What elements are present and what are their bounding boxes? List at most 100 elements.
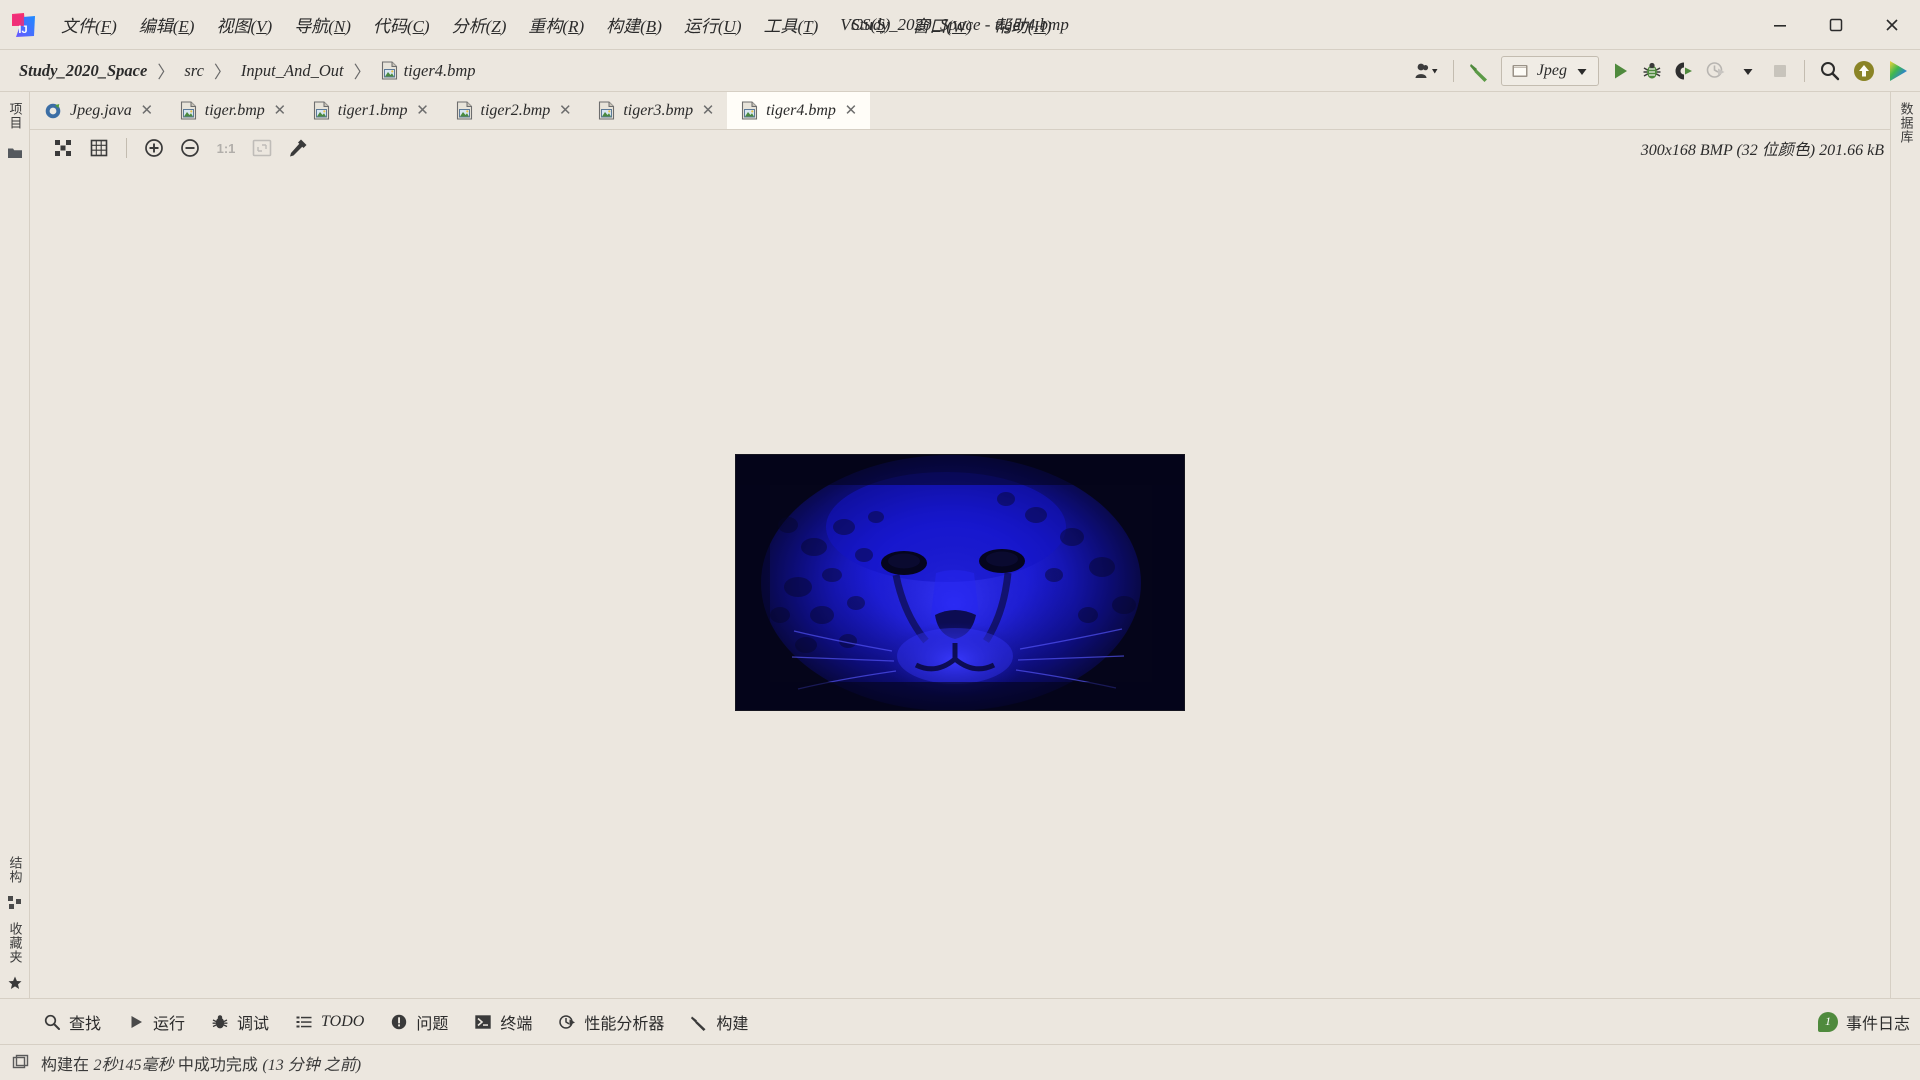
editor-tab-label: tiger4.bmp [766,101,836,119]
tool-window-problems[interactable]: 问题 [377,1006,461,1038]
editor-tab-label: tiger.bmp [204,101,265,119]
bug-icon [212,1014,228,1028]
terminal-icon [475,1014,492,1029]
menu-code[interactable]: 代码(C) [362,8,441,41]
close-icon[interactable]: ✕ [844,103,858,118]
title-bar: IJ 文件(F) 编辑(E) 视图(V) 导航(N) 代码(C) 分析(Z) 重构(R) 构建… [0,0,1920,50]
tool-window-profiler[interactable]: 性能分析器 [545,1006,677,1038]
toolbar-divider-2 [1804,60,1805,82]
bottom-tool-label: 构建 [716,1015,749,1033]
breadcrumb-separator: 〉 [157,63,175,82]
tool-window-todo[interactable]: TODO [282,1009,377,1035]
menu-item-label: 文件 [61,17,95,36]
build-hammer-button[interactable] [1463,55,1495,87]
tool-window-debug[interactable]: 调试 [198,1006,282,1038]
minimize-button[interactable] [1752,0,1808,50]
menu-view[interactable]: 视图(V) [205,8,283,41]
tool-window-favorites[interactable]: 收藏夹 [6,916,25,970]
navigation-bar: Study_2020_Space 〉 src 〉 Input_And_Out 〉 tiger… [0,50,1920,92]
menu-edit[interactable]: 编辑(E) [128,8,206,41]
close-icon[interactable]: ✕ [558,103,572,118]
actual-size-button[interactable]: 1:1 [209,134,243,162]
editor-tab-tiger2-bmp[interactable]: tiger2.bmp ✕ [442,92,585,129]
menu-item-label: 帮助 [993,17,1028,36]
bottom-tool-label: 终端 [500,1015,533,1033]
bottom-tool-label: 调试 [237,1015,270,1033]
breadcrumb-file[interactable]: tiger4.bmp [376,59,481,83]
run-configuration-label: Jpeg [1536,62,1567,79]
project-files-icon[interactable] [6,144,24,162]
tool-window-project[interactable]: 项目 [6,96,25,136]
toggle-transparency-chessboard-button[interactable] [46,134,80,162]
editor-tab-tiger4-bmp[interactable]: tiger4.bmp ✕ [727,92,870,129]
color-picker-button[interactable] [281,134,315,162]
tool-window-structure[interactable]: 结构 [6,850,25,890]
ide-feature-button[interactable] [1882,55,1914,87]
chevron-down-icon [1743,69,1753,75]
status-window-icon[interactable] [12,1054,29,1071]
event-log-button[interactable]: 1 事件日志 [1817,1010,1910,1034]
tool-window-terminal[interactable]: 终端 [461,1006,545,1038]
menu-item-mnemonic: (W) [946,17,972,36]
run-configuration-selector[interactable]: Jpeg [1500,56,1599,86]
breadcrumb-label: src [184,60,204,80]
menu-refactor[interactable]: 重构(R) [517,8,595,41]
tool-window-find[interactable]: 查找 [30,1006,114,1038]
menu-build[interactable]: 构建(B) [595,8,673,41]
close-icon[interactable]: ✕ [701,103,715,118]
fit-to-window-button[interactable] [245,134,279,162]
breadcrumb-package[interactable]: Input_And_Out [236,59,349,83]
editor-tab-label: tiger3.bmp [623,101,694,119]
toggle-grid-button[interactable] [82,134,116,162]
fit-window-icon [252,139,272,157]
close-icon[interactable]: ✕ [140,103,154,118]
editor-tab-tiger3-bmp[interactable]: tiger3.bmp ✕ [584,92,727,129]
run-with-coverage-button[interactable] [1669,55,1699,87]
editor-tab-jpeg-java[interactable]: Jpeg.java ✕ [30,92,166,129]
menu-item-mnemonic: (U) [717,17,742,36]
breadcrumb-label: Study_2020_Space [19,60,148,80]
status-segment: 中成功完成 [173,1056,263,1074]
close-icon[interactable]: ✕ [416,103,430,118]
zoom-in-button[interactable] [137,134,171,162]
run-button[interactable] [1605,55,1635,87]
breadcrumb-project[interactable]: Study_2020_Space [14,59,152,83]
status-segment: (13 分钟 之前) [262,1056,362,1074]
breadcrumb-src[interactable]: src [179,59,209,83]
menu-tools[interactable]: 工具(T) [752,8,829,41]
tool-window-database[interactable]: 数据库 [1897,96,1916,150]
update-project-button[interactable] [1848,55,1880,87]
close-button[interactable] [1864,0,1920,50]
menu-file[interactable]: 文件(F) [50,8,128,41]
tool-window-run[interactable]: 运行 [114,1006,198,1038]
event-log-badge: 1 [1817,1011,1838,1032]
editor-tab-tiger1-bmp[interactable]: tiger1.bmp ✕ [299,92,442,129]
menu-item-label: 重构 [528,17,563,36]
status-segment: 构建在 [41,1056,94,1074]
play-icon [131,1015,143,1028]
structure-icon[interactable] [6,894,24,912]
close-icon[interactable]: ✕ [273,103,287,118]
image-canvas-area[interactable] [30,166,1890,998]
breadcrumb-label: Input_And_Out [240,60,344,80]
menu-help[interactable]: 帮助(H) [983,8,1063,41]
window-controls [1752,0,1920,50]
right-tool-rail: 数据库 [1890,92,1920,998]
menu-vcs[interactable]: VCS(S) [829,11,901,39]
debug-button[interactable] [1637,55,1667,87]
menu-navigate[interactable]: 导航(N) [283,8,362,41]
star-icon[interactable] [6,974,24,992]
menu-analyze[interactable]: 分析(Z) [441,8,518,41]
zoom-out-button[interactable] [173,134,207,162]
menu-item-mnemonic: (T) [797,17,819,36]
profile-dropdown[interactable] [1733,55,1763,87]
account-button[interactable] [1410,55,1444,87]
tool-window-build[interactable]: 构建 [677,1006,761,1038]
maximize-button[interactable] [1808,0,1864,50]
search-everywhere-button[interactable] [1814,55,1846,87]
editor-tab-strip: Jpeg.java ✕ tiger.bmp ✕ tiger1.bmp ✕ tiger2.bm… [30,92,1890,130]
menu-bar: 文件(F) 编辑(E) 视图(V) 导航(N) 代码(C) 分析(Z) 重构(R) 构建(B)… [50,8,1063,41]
menu-window[interactable]: 窗口(W) [901,8,983,41]
menu-run[interactable]: 运行(U) [673,8,753,41]
editor-tab-tiger-bmp[interactable]: tiger.bmp ✕ [166,92,299,129]
